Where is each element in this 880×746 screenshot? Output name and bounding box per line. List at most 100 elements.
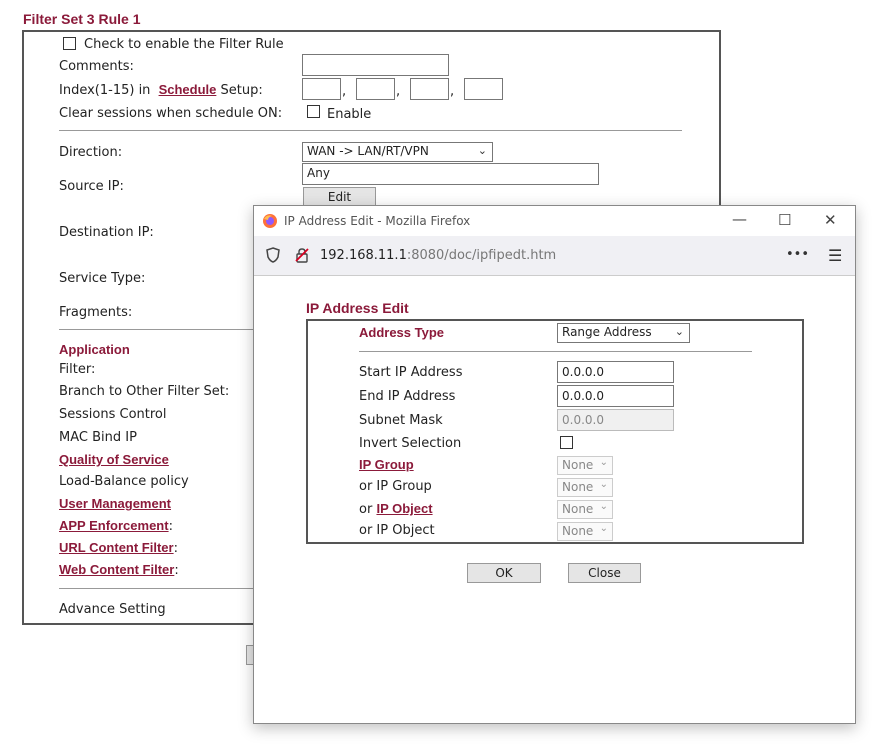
- invert-selection-label: Invert Selection: [359, 436, 462, 451]
- app-enforcement-row: APP Enforcement:: [59, 518, 173, 534]
- start-ip-input[interactable]: 0.0.0.0: [557, 361, 674, 383]
- source-ip-label: Source IP:: [59, 179, 124, 194]
- ip-object-link[interactable]: IP Object: [376, 501, 432, 516]
- divider: [59, 130, 682, 131]
- close-icon[interactable]: ✕: [824, 211, 837, 229]
- ip-group-value: None: [562, 458, 594, 472]
- edit-source-ip-button[interactable]: Edit: [303, 187, 376, 207]
- schedule-index-2[interactable]: [356, 78, 395, 100]
- comma-1: ,: [342, 84, 347, 99]
- url-path: :8080/doc/ipfipedt.htm: [406, 248, 557, 263]
- end-ip-input[interactable]: 0.0.0.0: [557, 385, 674, 407]
- hamburger-menu-icon[interactable]: ☰: [828, 246, 842, 265]
- address-type-label: Address Type: [359, 325, 445, 340]
- schedule-index-4[interactable]: [464, 78, 503, 100]
- enable-rule-checkbox[interactable]: [63, 37, 76, 50]
- schedule-index-3[interactable]: [410, 78, 449, 100]
- url-filter-row: URL Content Filter:: [59, 540, 178, 556]
- end-ip-label: End IP Address: [359, 389, 456, 404]
- source-ip-input[interactable]: Any: [302, 163, 599, 185]
- firefox-icon: [262, 213, 278, 233]
- ip-object-select: None ⌄: [557, 500, 613, 519]
- start-ip-label: Start IP Address: [359, 365, 463, 380]
- index-suffix: Setup:: [220, 83, 263, 98]
- or-ip-group-select: None ⌄: [557, 478, 613, 497]
- colon: :: [174, 563, 179, 578]
- schedule-index-1[interactable]: [302, 78, 341, 100]
- start-ip-value: 0.0.0.0: [562, 365, 604, 379]
- application-heading: Application: [59, 342, 130, 357]
- or-ip-group-label: or IP Group: [359, 479, 432, 494]
- or-ip-group-value: None: [562, 480, 594, 494]
- clear-sessions-checkbox[interactable]: [307, 105, 320, 118]
- ip-group-select: None ⌄: [557, 456, 613, 475]
- app-enforcement-link[interactable]: APP Enforcement: [59, 518, 169, 533]
- chevron-down-icon: ⌄: [477, 144, 487, 157]
- divider: [359, 351, 752, 352]
- clear-sessions-label: Clear sessions when schedule ON:: [59, 106, 283, 121]
- subnet-mask-input: 0.0.0.0: [557, 409, 674, 431]
- minimize-icon[interactable]: —: [732, 210, 747, 228]
- ip-object-value: None: [562, 502, 594, 516]
- subnet-mask-value: 0.0.0.0: [562, 413, 604, 427]
- chevron-down-icon: ⌄: [599, 479, 608, 490]
- address-bar[interactable]: 192.168.11.1:8080/doc/ipfipedt.htm ••• ☰: [254, 236, 855, 276]
- or-ip-object-select: None ⌄: [557, 522, 613, 541]
- or-ip-object-value: None: [562, 524, 594, 538]
- insecure-lock-icon[interactable]: [294, 247, 310, 267]
- subnet-mask-label: Subnet Mask: [359, 413, 443, 428]
- clear-sessions-enable-label: Enable: [327, 107, 372, 122]
- address-type-select[interactable]: Range Address ⌄: [557, 323, 690, 343]
- fragments-label: Fragments:: [59, 305, 133, 320]
- url-text[interactable]: 192.168.11.1:8080/doc/ipfipedt.htm: [320, 248, 556, 263]
- direction-select[interactable]: WAN -> LAN/RT/VPN ⌄: [302, 142, 493, 162]
- advance-setting-label: Advance Setting: [59, 602, 166, 617]
- chevron-down-icon: ⌄: [599, 457, 608, 468]
- direction-value: WAN -> LAN/RT/VPN: [307, 144, 429, 158]
- chevron-down-icon: ⌄: [599, 501, 608, 512]
- close-button[interactable]: Close: [568, 563, 641, 583]
- colon: :: [173, 541, 178, 556]
- chevron-down-icon: ⌄: [674, 325, 684, 338]
- source-ip-value: Any: [307, 166, 330, 180]
- page-title: Filter Set 3 Rule 1: [23, 11, 141, 27]
- ip-group-link[interactable]: IP Group: [359, 457, 414, 472]
- invert-selection-checkbox[interactable]: [560, 436, 573, 449]
- schedule-link[interactable]: Schedule: [159, 82, 217, 97]
- or-prefix: or: [359, 502, 373, 517]
- url-content-filter-link[interactable]: URL Content Filter: [59, 540, 174, 555]
- more-options-icon[interactable]: •••: [786, 247, 809, 262]
- comma-3: ,: [450, 84, 455, 99]
- ip-address-edit-window: IP Address Edit - Mozilla Firefox — ☐ ✕ …: [253, 205, 856, 724]
- sessions-control-label: Sessions Control: [59, 407, 167, 422]
- branch-label: Branch to Other Filter Set:: [59, 384, 230, 399]
- dialog-heading: IP Address Edit: [306, 300, 409, 316]
- chevron-down-icon: ⌄: [599, 523, 608, 534]
- comments-label: Comments:: [59, 59, 134, 74]
- user-management-link[interactable]: User Management: [59, 496, 171, 511]
- divider: [59, 588, 259, 589]
- enable-rule-label: Check to enable the Filter Rule: [84, 37, 284, 52]
- address-type-value: Range Address: [562, 325, 652, 339]
- direction-label: Direction:: [59, 145, 123, 160]
- or-ip-object-row: or IP Object: [359, 501, 433, 517]
- shield-icon[interactable]: [266, 247, 280, 267]
- colon: :: [168, 519, 173, 534]
- ip-edit-panel: Address Type Range Address ⌄ Start IP Ad…: [306, 319, 804, 544]
- url-host: 192.168.11.1: [320, 248, 407, 263]
- load-balance-label: Load-Balance policy: [59, 474, 189, 489]
- web-content-filter-link[interactable]: Web Content Filter: [59, 562, 174, 577]
- web-filter-row: Web Content Filter:: [59, 562, 179, 578]
- window-title: IP Address Edit - Mozilla Firefox: [284, 214, 471, 228]
- ok-button[interactable]: OK: [467, 563, 541, 583]
- qos-link[interactable]: Quality of Service: [59, 452, 169, 467]
- window-titlebar: IP Address Edit - Mozilla Firefox — ☐ ✕: [254, 206, 855, 236]
- destination-ip-label: Destination IP:: [59, 225, 154, 240]
- maximize-icon[interactable]: ☐: [778, 211, 791, 229]
- index-label: Index(1-15) in Schedule Setup:: [59, 82, 263, 98]
- comments-input[interactable]: [302, 54, 449, 76]
- or-ip-object-label: or IP Object: [359, 523, 435, 538]
- end-ip-value: 0.0.0.0: [562, 389, 604, 403]
- filter-label: Filter:: [59, 362, 96, 377]
- divider: [59, 329, 259, 330]
